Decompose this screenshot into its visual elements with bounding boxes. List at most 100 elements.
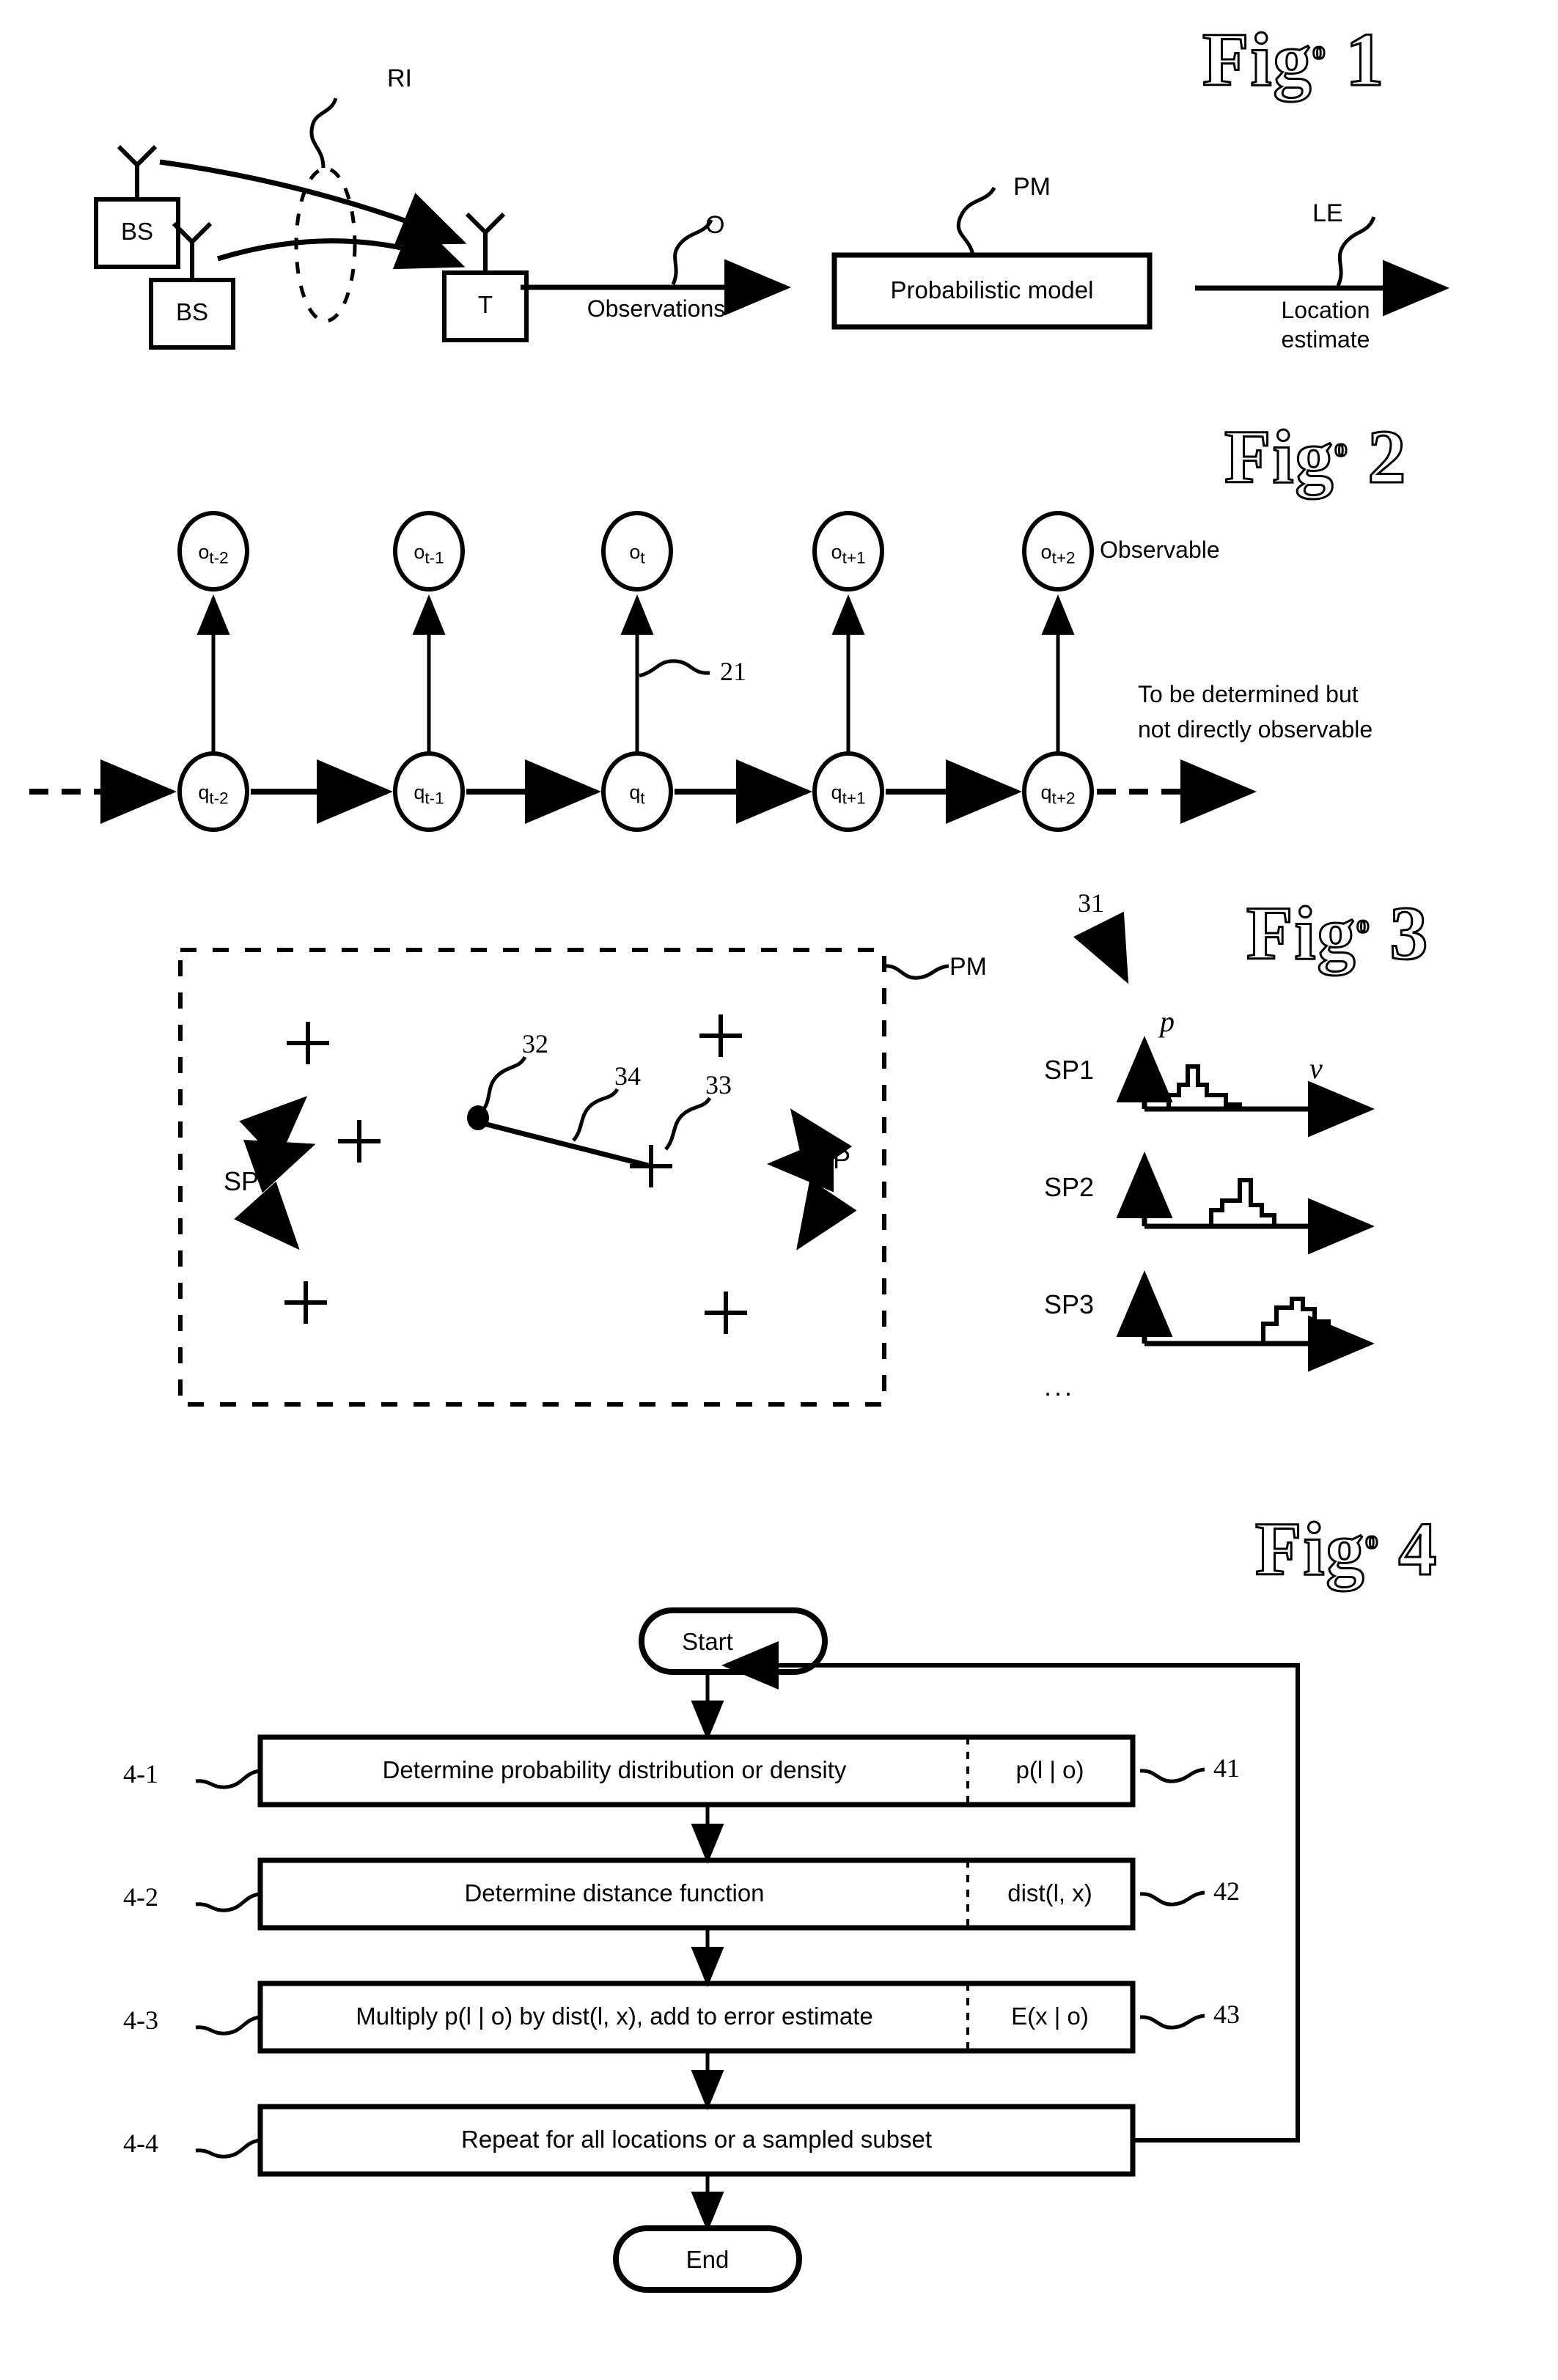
sp-pointer-arrow xyxy=(243,1139,316,1193)
fig2-state-node-label: qt-2 xyxy=(198,781,229,808)
ref-31-arrow xyxy=(1073,911,1129,984)
sp2-histogram-outline xyxy=(1209,1178,1276,1226)
radio-path-lower xyxy=(216,216,466,270)
fig2-state-node-label: qt+2 xyxy=(1040,781,1076,808)
fig3-ref-31-label: 31 xyxy=(1078,888,1104,918)
fig4-graphics xyxy=(195,1607,1300,2293)
ref-42-leader-line xyxy=(195,1892,261,1912)
fig4-step-ref-4-4: 4-4 xyxy=(123,2129,158,2158)
fig3-sp-left-label: SP xyxy=(224,1166,260,1196)
sample-point-cross xyxy=(284,1281,327,1324)
sample-point-cross xyxy=(287,1022,329,1064)
ref-43-leader-line xyxy=(195,2015,261,2035)
fig1-estimate-label: estimate xyxy=(1281,326,1370,353)
fig3-pm-label: PM xyxy=(949,953,987,981)
sample-point-cross xyxy=(338,1120,381,1163)
fig2-observation-node-label: ot xyxy=(629,541,645,567)
sample-point-cross xyxy=(699,1014,742,1057)
fig4-formula-ref-41: 41 xyxy=(1213,1753,1240,1783)
sp-pointer-arrow xyxy=(790,1108,853,1179)
fig1-terminal-label: T xyxy=(477,291,493,318)
fig3-ref-34-label: 34 xyxy=(614,1061,641,1091)
fig2-caption: Figo 2 xyxy=(1223,415,1408,499)
sp-pointer-arrow xyxy=(239,1096,308,1163)
histogram-sp3 xyxy=(1116,1270,1375,1372)
fig1-o-label: O xyxy=(705,211,725,239)
fig4-step-text-1: Determine probability distribution or de… xyxy=(382,1756,847,1783)
fig2-observation-node-label: ot-1 xyxy=(414,541,444,567)
fig2-observable-label: Observable xyxy=(1100,537,1220,563)
fig4-step-ref-4-2: 4-2 xyxy=(123,1882,158,1912)
fig2-ref-21-label: 21 xyxy=(720,657,746,686)
fig3-sp1-label: SP1 xyxy=(1044,1055,1095,1085)
distance-segment xyxy=(483,1121,649,1168)
patent-drawing-sheet: Figo 1 RI BS BS T O Observations PM Proba… xyxy=(0,0,1558,2380)
fig4-caption: Figo 4 xyxy=(1254,1507,1438,1591)
sp1-histogram-outline xyxy=(1166,1064,1242,1109)
fig2-state-node-label: qt xyxy=(629,781,645,808)
fig4-step-ref-4-3: 4-3 xyxy=(123,2005,158,2035)
fig3-caption: Figo 3 xyxy=(1245,891,1430,976)
sp-pointer-arrow xyxy=(234,1181,300,1250)
fig2-hidden-note-line2: not directly observable xyxy=(1138,716,1373,743)
ref-44-leader-line xyxy=(195,2138,261,2159)
base-station-upper-antenna-icon xyxy=(117,144,158,199)
ref-33-leader-line xyxy=(664,1097,712,1151)
sample-point-cross xyxy=(705,1292,747,1334)
fig3-sp2-label: SP2 xyxy=(1044,1172,1095,1202)
ref-21-leader-line xyxy=(639,659,710,678)
fig3-graphics xyxy=(178,911,1375,1407)
fig1-le-label: LE xyxy=(1312,199,1343,227)
fig2-observation-node-label: ot-2 xyxy=(198,541,229,567)
fig3-ellipsis: ... xyxy=(1044,1371,1076,1401)
fig4-step-formula-1: p(l | o) xyxy=(1015,1756,1084,1783)
fig1-graphics xyxy=(94,97,1449,350)
fig2-observation-node-label: ot+1 xyxy=(831,541,866,567)
fig4-step-text-3: Multiply p(l | o) by dist(l, x), add to … xyxy=(356,2003,873,2030)
fig4-step-text-2: Determine distance function xyxy=(464,1879,765,1906)
fig4-step-text-4: Repeat for all locations or a sampled su… xyxy=(460,2126,933,2153)
terminal-antenna-icon xyxy=(465,212,506,273)
probabilistic-model-boundary xyxy=(178,948,886,1407)
fig3-ref-33-label: 33 xyxy=(705,1070,732,1099)
fig1-model-box-label: Probabilistic model xyxy=(890,276,1094,303)
sp3-histogram-outline xyxy=(1261,1297,1344,1344)
histogram-sp1 xyxy=(1116,1036,1375,1138)
ref-41-leader-line xyxy=(195,1769,261,1789)
fig4-formula-ref-42: 42 xyxy=(1213,1876,1240,1906)
fig3-ref-32-label: 32 xyxy=(522,1029,548,1058)
fig4-start-label: Start xyxy=(682,1628,733,1655)
le-leader-line xyxy=(1336,215,1376,287)
fig4-formula-ref-43: 43 xyxy=(1213,2000,1240,2029)
fig4-step-ref-4-1: 4-1 xyxy=(123,1759,158,1788)
ref-43-right-leader-line xyxy=(1139,2014,1205,2030)
fig3-sp-right-label: SP xyxy=(815,1144,851,1174)
fig2-observation-node-label: ot+2 xyxy=(1040,541,1076,567)
ri-leader-line xyxy=(309,97,338,169)
fig1-location-label: Location xyxy=(1281,297,1370,323)
fig1-bs-upper-label: BS xyxy=(120,218,154,245)
ref-41-right-leader-line xyxy=(1139,1767,1205,1783)
sp-pointer-arrow xyxy=(796,1179,857,1250)
start-terminator xyxy=(639,1607,828,1675)
fig1-observations-label: Observations xyxy=(587,295,726,322)
histogram-sp2 xyxy=(1116,1152,1375,1255)
fig4-end-label: End xyxy=(686,2246,730,2273)
fig1-ri-label: RI xyxy=(387,65,412,92)
fig1-caption: Figo 1 xyxy=(1201,18,1386,102)
ref-42-right-leader-line xyxy=(1139,1890,1205,1906)
radio-interface-ellipse xyxy=(294,166,357,323)
fig2-hidden-note-line1: To be determined but xyxy=(1138,681,1359,707)
fig4-step-formula-2: dist(l, x) xyxy=(1007,1879,1092,1906)
target-location-cross xyxy=(630,1145,672,1187)
fig2-state-node-label: qt-1 xyxy=(414,781,444,808)
fig3-sp1-x-axis-label: v xyxy=(1309,1052,1323,1085)
fig2-state-node-label: qt+1 xyxy=(831,781,866,808)
pm-leader-line xyxy=(883,964,949,980)
ref-32-leader-line xyxy=(479,1055,527,1115)
fig4-step-formula-3: E(x | o) xyxy=(1011,2003,1089,2030)
pm-leader-line xyxy=(956,186,996,256)
ref-34-leader-line xyxy=(572,1088,620,1142)
fig3-sp1-y-axis-label: p xyxy=(1160,1005,1175,1038)
fig3-sp3-label: SP3 xyxy=(1044,1289,1095,1319)
